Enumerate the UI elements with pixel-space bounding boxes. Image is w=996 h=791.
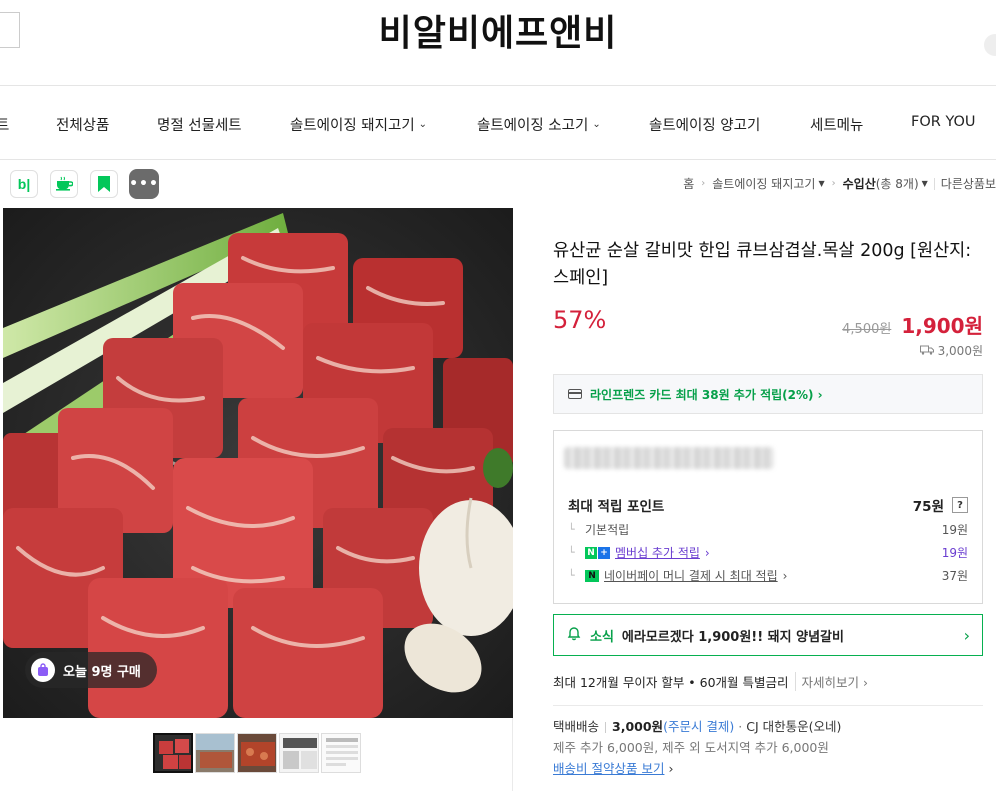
thumbnail[interactable] bbox=[279, 733, 319, 773]
store-header: 비알비에프앤비 bbox=[0, 0, 996, 86]
basic-points-row: └ 기본적립 19원 bbox=[568, 521, 968, 538]
nav-item-holiday-gift[interactable]: 명절 선물세트 bbox=[157, 114, 242, 135]
max-points-label: 최대 적립 포인트 bbox=[568, 499, 665, 515]
nav-item-salt-aging-beef[interactable]: 솔트에이징 소고기 ⌄ bbox=[477, 114, 601, 135]
nav-label: 솔트에이징 돼지고기 bbox=[290, 118, 415, 134]
basic-points-value: 19원 bbox=[941, 523, 968, 537]
nav-label: 트 bbox=[0, 118, 10, 134]
nav-label: FOR YOU bbox=[911, 114, 976, 130]
nav-item-for-you[interactable]: FOR YOU bbox=[911, 114, 976, 130]
product-main-image[interactable]: 오늘 9명 구매 bbox=[3, 208, 513, 718]
breadcrumb-count: (총 8개) bbox=[875, 177, 919, 191]
sale-price: 1,900원 bbox=[901, 314, 983, 338]
card-benefit-text: 라인프렌즈 카드 최대 38원 추가 적립(2%) › bbox=[590, 387, 823, 402]
bell-icon bbox=[566, 625, 582, 645]
blurred-content bbox=[564, 447, 774, 469]
caret-down-icon[interactable]: ▼ bbox=[818, 179, 824, 188]
divider bbox=[605, 722, 607, 733]
naver-pay-icon: N bbox=[585, 569, 599, 582]
membership-points-link[interactable]: 멤버십 추가 적립 bbox=[615, 544, 700, 561]
credit-card-icon bbox=[568, 389, 582, 399]
delivery-fee: 3,000원 bbox=[612, 719, 664, 734]
membership-points-row: └ N + 멤버십 추가 적립 › 19원 bbox=[568, 544, 968, 561]
thumbnail[interactable] bbox=[237, 733, 277, 773]
breadcrumb-home[interactable]: 홈 bbox=[683, 175, 694, 192]
tree-branch-icon: └ bbox=[568, 523, 575, 536]
delivery-method: 택배배송 bbox=[553, 719, 600, 734]
shopping-bag-icon bbox=[31, 658, 55, 682]
npay-points-value: 37원 bbox=[941, 569, 968, 583]
other-products-link[interactable]: 다른상품보 bbox=[941, 175, 996, 192]
delivery-fee-note: (주문시 결제) bbox=[663, 719, 735, 734]
nav-label: 세트메뉴 bbox=[810, 118, 864, 134]
delivery-info: 택배배송 3,000원(주문시 결제) · CJ 대한통운(오네) 제주 추가 6… bbox=[553, 716, 983, 779]
chevron-down-icon: ⌄ bbox=[418, 119, 428, 130]
nav-item-salt-aging-pork[interactable]: 솔트에이징 돼지고기 ⌄ bbox=[290, 114, 427, 135]
thumbnail[interactable] bbox=[195, 733, 235, 773]
news-text: 에라모르겠다 1,900원!! 돼지 양념갈비 bbox=[621, 629, 844, 645]
news-label: 소식 bbox=[590, 629, 614, 645]
nav-item-partial[interactable]: 트 bbox=[0, 114, 9, 135]
breadcrumb-separator-icon: › bbox=[831, 178, 836, 189]
thumbnail[interactable] bbox=[321, 733, 361, 773]
store-news-banner[interactable]: 소식 에라모르겠다 1,900원!! 돼지 양념갈비 › bbox=[553, 614, 983, 656]
nav-item-salt-aging-lamb[interactable]: 솔트에이징 양고기 bbox=[649, 114, 760, 135]
blog-share-icon[interactable]: b| bbox=[10, 170, 38, 198]
installment-info: 최대 12개월 무이자 할부 • 60개월 특별금리 자세히보기 › bbox=[553, 672, 983, 706]
chevron-right-icon: › bbox=[704, 545, 710, 560]
breadcrumb-current[interactable]: 수입산 bbox=[843, 175, 876, 192]
help-icon[interactable]: ? bbox=[952, 497, 968, 513]
purchase-count-text: 오늘 9명 구매 bbox=[63, 664, 141, 680]
nav-item-all-products[interactable]: 전체상품 bbox=[56, 114, 109, 135]
more-icon[interactable]: ••• bbox=[129, 169, 159, 199]
discount-rate: 57% bbox=[553, 306, 607, 334]
cafe-share-icon[interactable] bbox=[50, 170, 78, 198]
category-nav: 트 전체상품 명절 선물세트 솔트에이징 돼지고기 ⌄ 솔트에이징 소고기 ⌄ 솔트… bbox=[0, 86, 996, 160]
shipping-fee-value: 3,000원 bbox=[937, 344, 983, 358]
points-box: 최대 적립 포인트 75원 ? └ 기본적립 19원 └ N + 멤버십 추가 적립… bbox=[553, 430, 983, 604]
chevron-right-icon: › bbox=[668, 761, 674, 776]
tree-branch-icon: └ bbox=[568, 569, 575, 582]
caret-down-icon[interactable]: ▼ bbox=[922, 179, 928, 188]
nav-label: 솔트에이징 양고기 bbox=[649, 118, 761, 134]
divider bbox=[933, 177, 935, 190]
tree-branch-icon: └ bbox=[568, 546, 575, 559]
npay-points-link[interactable]: 네이버페이 머니 결제 시 최대 적립 bbox=[604, 567, 778, 584]
truck-icon bbox=[919, 344, 934, 358]
product-gallery: 오늘 9명 구매 bbox=[3, 208, 513, 791]
shipping-saving-link[interactable]: 배송비 절약상품 보기 bbox=[553, 761, 664, 776]
breadcrumb-separator-icon: › bbox=[701, 178, 706, 189]
store-title[interactable]: 비알비에프앤비 bbox=[0, 4, 996, 56]
npay-points-row: └ N 네이버페이 머니 결제 시 최대 적립 › 37원 bbox=[568, 567, 968, 584]
nav-label: 전체상품 bbox=[56, 118, 110, 134]
nav-item-set-menu[interactable]: 세트메뉴 bbox=[810, 114, 863, 135]
original-price: 4,500원 bbox=[842, 322, 892, 337]
thumbnail[interactable] bbox=[153, 733, 193, 773]
chevron-down-icon: ⌄ bbox=[592, 119, 601, 130]
installment-details-link[interactable]: 자세히보기 › bbox=[794, 672, 868, 691]
nav-label: 명절 선물세트 bbox=[157, 118, 242, 134]
basic-points-label: 기본적립 bbox=[585, 523, 630, 537]
breadcrumb-category[interactable]: 솔트에이징 돼지고기 bbox=[712, 175, 815, 192]
max-points-row: 최대 적립 포인트 75원 ? bbox=[568, 495, 968, 515]
product-title: 유산균 순살 갈비맛 한입 큐브삼겹살.목살 200g [원산지:스페인] bbox=[553, 241, 972, 288]
card-benefit-banner[interactable]: 라인프렌즈 카드 최대 38원 추가 적립(2%) › bbox=[553, 374, 983, 414]
delivery-extra-fee: 제주 추가 6,000원, 제주 외 도서지역 추가 6,000원 bbox=[553, 740, 829, 755]
nav-label: 솔트에이징 소고기 bbox=[477, 118, 589, 134]
today-purchase-badge: 오늘 9명 구매 bbox=[25, 652, 157, 688]
bookmark-icon[interactable] bbox=[90, 170, 118, 198]
share-toolbar: b| ••• 홈 › 솔트에이징 돼지고기 ▼ › 수입산 (총 8개) ▼ 다… bbox=[0, 160, 996, 208]
shipping-fee: 3,000원 bbox=[919, 342, 983, 359]
delivery-carrier: CJ 대한통운(오네) bbox=[746, 719, 842, 734]
price-row: 4,500원 1,900원 bbox=[842, 310, 983, 339]
chevron-right-icon: › bbox=[782, 568, 788, 583]
thumbnail-strip bbox=[153, 733, 361, 773]
chevron-right-icon: › bbox=[963, 625, 970, 645]
breadcrumb: 홈 › 솔트에이징 돼지고기 ▼ › 수입산 (총 8개) ▼ 다른상품보 bbox=[683, 175, 996, 192]
membership-points-value: 19원 bbox=[941, 546, 968, 560]
naver-plus-icon: N + bbox=[585, 546, 610, 559]
installment-text: 최대 12개월 무이자 할부 • 60개월 특별금리 bbox=[553, 675, 789, 690]
max-points-value: 75원 bbox=[912, 499, 944, 515]
